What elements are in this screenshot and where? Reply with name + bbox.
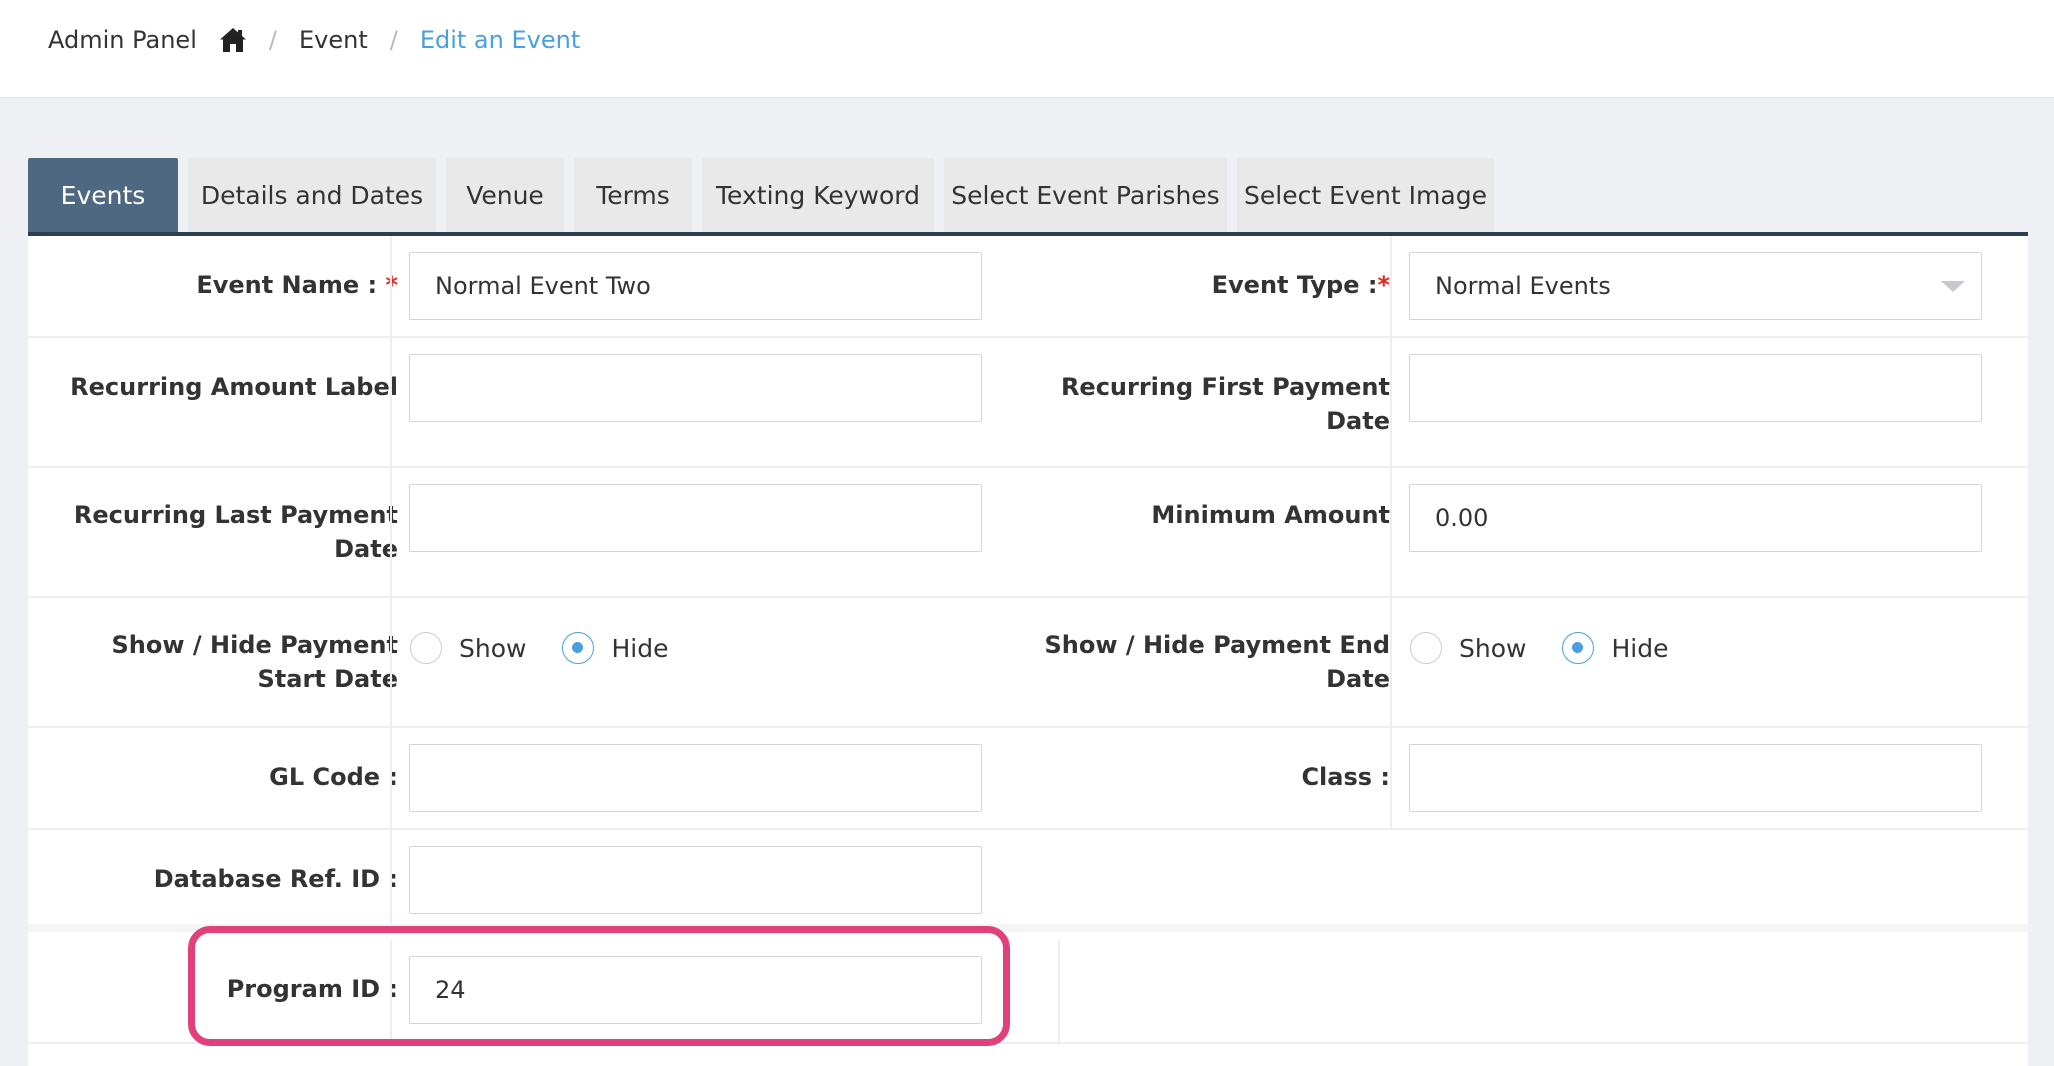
payment-start-hide-radio[interactable] (562, 632, 595, 664)
gl-code-input[interactable] (409, 744, 982, 812)
show-hide-payment-start-date-label: Show / Hide Payment Start Date (111, 631, 398, 693)
top-bar: Admin Panel / Event / Edit an Event (0, 0, 2054, 98)
recurring-last-payment-date-input[interactable] (409, 484, 982, 552)
event-type-value: Normal Events (1435, 272, 1611, 300)
recurring-amount-label-input[interactable] (409, 354, 982, 422)
show-hide-payment-end-date-label: Show / Hide Payment End Date (1044, 631, 1390, 693)
breadcrumb-separator: / (389, 26, 398, 54)
breadcrumb-separator: / (268, 26, 277, 54)
payment-end-show-label[interactable]: Show (1459, 634, 1526, 663)
breadcrumb-admin-panel[interactable]: Admin Panel (48, 26, 197, 54)
payment-end-hide-label[interactable]: Hide (1611, 634, 1668, 663)
payment-end-hide-radio[interactable] (1562, 632, 1595, 664)
gl-code-label: GL Code : (269, 763, 398, 791)
tab-details-and-dates[interactable]: Details and Dates (188, 158, 436, 232)
event-name-input[interactable]: Normal Event Two (409, 252, 982, 320)
payment-end-date-radio-group: Show Hide (1410, 632, 1704, 664)
form-row-show-hide: Show / Hide Payment Start Date Show Hide… (28, 598, 2028, 728)
breadcrumb-event[interactable]: Event (299, 26, 368, 54)
form-row-recurring-last-payment: Recurring Last Payment Date Minimum Amou… (28, 468, 2028, 598)
form-row-gl-code: GL Code : Class : (28, 728, 2028, 830)
database-ref-id-input[interactable] (409, 846, 982, 914)
tab-venue[interactable]: Venue (446, 158, 564, 232)
tab-select-event-image[interactable]: Select Event Image (1237, 158, 1494, 232)
minimum-amount-input[interactable]: 0.00 (1409, 484, 1982, 552)
tab-events[interactable]: Events (28, 158, 178, 232)
class-input[interactable] (1409, 744, 1982, 812)
tab-terms[interactable]: Terms (574, 158, 692, 232)
payment-end-show-radio[interactable] (1410, 632, 1442, 664)
payment-start-hide-label[interactable]: Hide (611, 634, 668, 663)
form-row-database-ref: Database Ref. ID : (28, 830, 2028, 932)
payment-start-show-label[interactable]: Show (459, 634, 526, 663)
payment-start-show-radio[interactable] (410, 632, 442, 664)
form-row-event-name: Event Name : * Normal Event Two Event Ty… (28, 236, 2028, 338)
chevron-down-icon (1941, 281, 1965, 292)
recurring-amount-label: Recurring Amount Label (70, 373, 398, 401)
event-edit-panel: Events Details and Dates Venue Terms Tex… (28, 158, 2028, 1066)
database-ref-id-label: Database Ref. ID : (153, 865, 398, 893)
class-label: Class : (1301, 763, 1390, 791)
required-mark: * (1377, 271, 1390, 299)
home-icon[interactable] (219, 27, 247, 53)
recurring-last-payment-date-label: Recurring Last Payment Date (73, 501, 398, 563)
form-row-recurring-amount: Recurring Amount Label Recurring First P… (28, 338, 2028, 468)
tab-select-event-parishes[interactable]: Select Event Parishes (944, 158, 1227, 232)
event-name-label: Event Name : * (28, 268, 398, 302)
event-type-label: Event Type :* (1211, 271, 1390, 299)
tab-texting-keyword[interactable]: Texting Keyword (702, 158, 934, 232)
recurring-first-payment-date-label: Recurring First Payment Date (1060, 373, 1390, 435)
tab-bar: Events Details and Dates Venue Terms Tex… (28, 158, 2028, 234)
payment-start-date-radio-group: Show Hide (410, 632, 704, 664)
minimum-amount-label: Minimum Amount (1151, 501, 1390, 529)
event-type-select[interactable]: Normal Events (1409, 252, 1982, 320)
breadcrumb-edit-event: Edit an Event (419, 26, 581, 54)
program-id-highlight (188, 926, 1010, 1046)
breadcrumb: Admin Panel / Event / Edit an Event (48, 22, 580, 58)
recurring-first-payment-date-input[interactable] (1409, 354, 1982, 422)
